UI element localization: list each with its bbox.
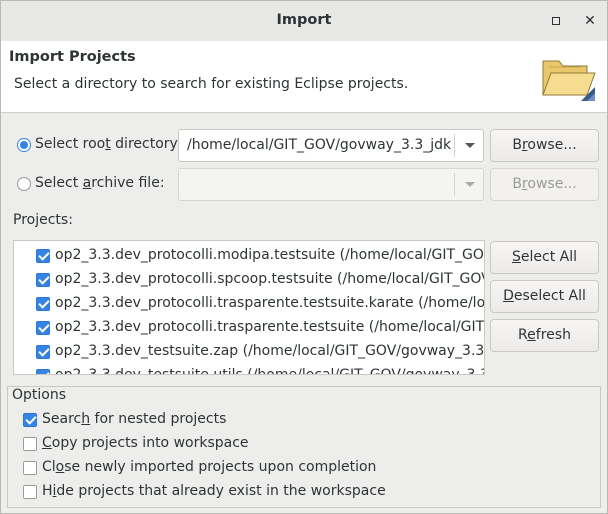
- project-label: op2_3.3.dev_protocolli.modipa.testsuite …: [55, 247, 484, 263]
- mnemonic: a: [82, 175, 92, 191]
- browse-archive-button[interactable]: Browse...: [490, 168, 599, 201]
- select-archive-file-label[interactable]: Select archive file:: [35, 175, 165, 191]
- mnemonic: e: [527, 327, 536, 343]
- mnemonic: S: [512, 249, 521, 265]
- mnemonic: C: [42, 435, 52, 451]
- label-part: Searc: [42, 411, 82, 427]
- checkbox[interactable]: [36, 321, 50, 335]
- label-part: R: [518, 327, 528, 343]
- page-title: Import Projects: [9, 49, 136, 65]
- label-part: directory:: [110, 136, 182, 152]
- root-directory-combo[interactable]: /home/local/GIT_GOV/govway_3.3_jdk1: [178, 129, 484, 162]
- deselect-all-button[interactable]: Deselect All: [490, 280, 599, 313]
- combo-separator: [454, 173, 455, 196]
- search-nested-checkbox[interactable]: [23, 413, 37, 427]
- mnemonic: h: [81, 411, 91, 427]
- checkbox[interactable]: [36, 345, 50, 359]
- label-part: H: [42, 483, 53, 499]
- chevron-down-icon[interactable]: [465, 143, 475, 148]
- project-label: op2_3.3.dev_protocolli.trasparente.tests…: [55, 319, 485, 335]
- page-description: Select a directory to search for existin…: [14, 76, 409, 92]
- open-folder-icon: [537, 47, 601, 105]
- refresh-button[interactable]: Refresh: [490, 319, 599, 352]
- archive-file-combo[interactable]: [178, 168, 484, 201]
- options-legend: Options: [12, 387, 67, 403]
- checkbox[interactable]: [36, 249, 50, 263]
- label-part: eselect All: [513, 288, 586, 304]
- label-part: B: [512, 176, 522, 192]
- close-imported-checkbox[interactable]: [23, 461, 37, 475]
- checkbox[interactable]: [36, 297, 50, 311]
- label-part: elect All: [520, 249, 577, 265]
- browse-root-button[interactable]: Browse...: [490, 129, 599, 162]
- label-part: Select: [35, 175, 83, 191]
- select-all-button[interactable]: Select All: [490, 241, 599, 274]
- window-title: Import: [276, 12, 332, 28]
- checkbox[interactable]: [36, 369, 50, 374]
- hide-existing-label[interactable]: Hide projects that already exist in the …: [42, 483, 386, 499]
- label-part: Select roo: [35, 136, 106, 152]
- copy-projects-label[interactable]: Copy projects into workspace: [42, 435, 249, 451]
- maximize-icon[interactable]: [548, 13, 564, 29]
- checkbox[interactable]: [36, 273, 50, 287]
- close-icon[interactable]: ✕: [582, 13, 598, 29]
- label-part: se newly imported projects upon completi…: [64, 459, 377, 475]
- copy-projects-checkbox[interactable]: [23, 437, 37, 451]
- select-archive-file-radio[interactable]: [17, 177, 31, 191]
- close-imported-label[interactable]: Close newly imported projects upon compl…: [42, 459, 376, 475]
- project-label: op2_3.3.dev_protocolli.spcoop.testsuite …: [55, 271, 484, 287]
- project-label: op2_3.3.dev_testsuite.zap (/home/local/G…: [55, 343, 485, 359]
- label-part: owse...: [527, 176, 577, 192]
- label-part: B: [512, 137, 522, 153]
- project-label: op2_3.3.dev_testsuite.utils (/home/local…: [55, 367, 484, 375]
- root-directory-value[interactable]: /home/local/GIT_GOV/govway_3.3_jdk1: [187, 137, 452, 153]
- chevron-down-icon[interactable]: [465, 182, 475, 187]
- combo-separator: [454, 134, 455, 157]
- title-bar: Import ✕: [1, 1, 607, 42]
- label-part: owse...: [527, 137, 577, 153]
- import-dialog: Import ✕ Import Projects Select a direct…: [0, 0, 608, 514]
- label-part: Cl: [42, 459, 56, 475]
- label-part: rchive file:: [91, 175, 165, 191]
- search-nested-label[interactable]: Search for nested projects: [42, 411, 226, 427]
- hide-existing-checkbox[interactable]: [23, 485, 37, 499]
- mnemonic: o: [55, 459, 65, 475]
- label-part: opy projects into workspace: [51, 435, 249, 451]
- label-part: fresh: [535, 327, 571, 343]
- label-part: de projects that already exist in the wo…: [56, 483, 386, 499]
- projects-list[interactable]: op2_3.3.dev_protocolli.modipa.testsuite …: [13, 240, 485, 375]
- select-root-directory-radio[interactable]: [17, 138, 31, 152]
- mnemonic: D: [503, 288, 514, 304]
- label-part: for nested projects: [90, 411, 227, 427]
- select-root-directory-label[interactable]: Select root directory:: [35, 136, 182, 152]
- project-label: op2_3.3.dev_protocolli.trasparente.tests…: [55, 295, 485, 311]
- projects-label: Projects:: [13, 212, 73, 228]
- wizard-header: Import Projects Select a directory to se…: [1, 41, 607, 113]
